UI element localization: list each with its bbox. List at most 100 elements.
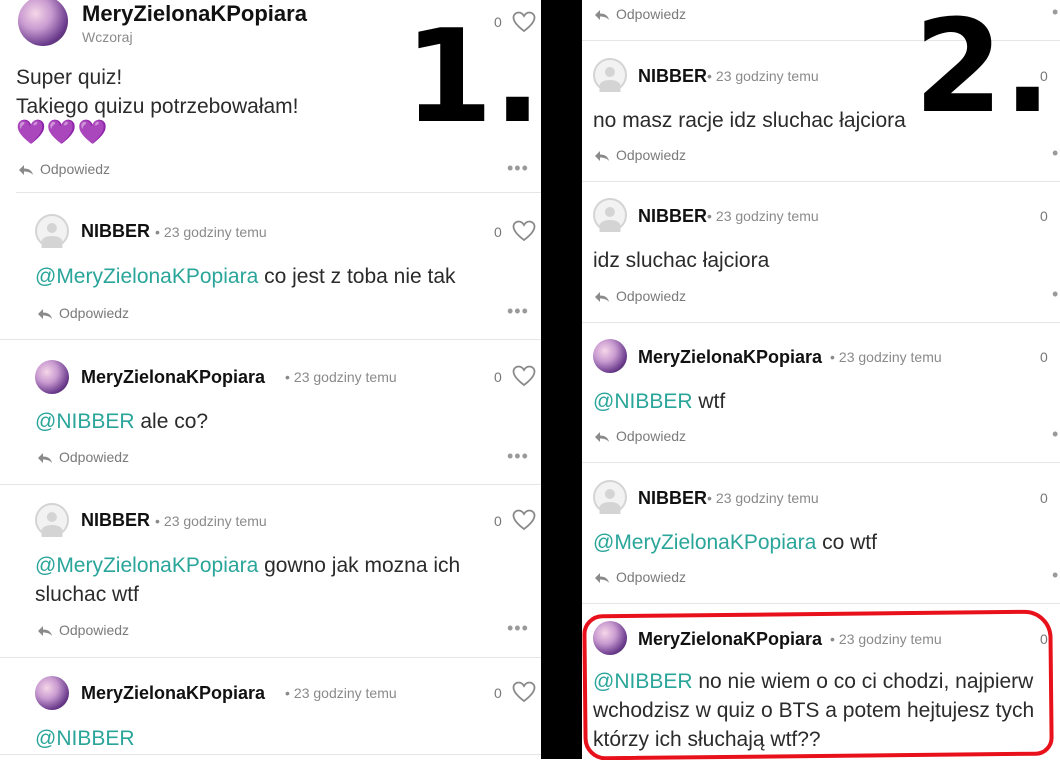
comment-body: ale co? bbox=[134, 410, 209, 433]
more-options-icon[interactable]: ••• bbox=[507, 301, 529, 322]
more-options-icon[interactable]: • bbox=[1052, 565, 1059, 586]
like-count: 0 bbox=[494, 369, 502, 385]
comment-text: no masz racje idz sluchac łajciora bbox=[593, 106, 906, 135]
comments-panel-1: MeryZielonaKPopiara Wczoraj 0 Super quiz… bbox=[0, 0, 541, 759]
like-count: 0 bbox=[1040, 349, 1048, 365]
reply-label: Odpowiedz bbox=[59, 305, 130, 321]
purple-hearts-emoji: 💜💜💜 bbox=[16, 119, 109, 146]
like-count: 0 bbox=[494, 224, 502, 240]
mention-link[interactable]: @NIBBER bbox=[593, 390, 693, 413]
panel-divider bbox=[541, 0, 582, 759]
reply-label: Odpowiedz bbox=[616, 147, 687, 163]
avatar[interactable] bbox=[35, 214, 69, 248]
comment-author[interactable]: NIBBER bbox=[638, 66, 707, 87]
mention-link[interactable]: @MeryZielonaKPopiara bbox=[593, 531, 816, 554]
more-options-icon[interactable]: ••• bbox=[507, 158, 529, 179]
reply-button[interactable]: Odpowiedz bbox=[37, 449, 129, 465]
comment-line: Takiego quizu potrzebowałam! bbox=[16, 95, 299, 118]
comment-body: idz sluchac łajciora bbox=[593, 249, 770, 272]
comment-text: @NIBBER bbox=[35, 724, 135, 753]
time-label: 23 godziny temu bbox=[715, 208, 819, 224]
like-count: 0 bbox=[494, 513, 502, 529]
more-options-icon[interactable]: • bbox=[1052, 424, 1059, 445]
reply-label: Odpowiedz bbox=[616, 569, 687, 585]
reply-label: Odpowiedz bbox=[59, 622, 130, 638]
reply-button[interactable]: Odpowiedz bbox=[594, 428, 686, 444]
comment-body: no masz racje idz sluchac łajciora bbox=[593, 109, 906, 132]
reply-button[interactable]: Odpowiedz bbox=[37, 622, 129, 638]
reply-icon bbox=[595, 292, 609, 302]
comment-line: Super quiz! bbox=[16, 66, 123, 89]
reply-button[interactable]: Odpowiedz bbox=[18, 161, 110, 177]
comment-text: @MeryZielonaKPopiara co wtf bbox=[593, 528, 877, 557]
comment-time: • 23 godziny temu bbox=[155, 224, 267, 240]
comment-author[interactable]: MeryZielonaKPopiara bbox=[82, 1, 307, 27]
comment-body: co wtf bbox=[816, 531, 877, 554]
comment-author[interactable]: MeryZielonaKPopiara bbox=[81, 683, 265, 704]
reply-label: Odpowiedz bbox=[616, 6, 687, 22]
comment-body: co jest z toba nie tak bbox=[258, 265, 456, 288]
comment-body-line2: sluchac wtf bbox=[35, 583, 139, 606]
reply-icon bbox=[38, 626, 52, 636]
comment-text: @NIBBER wtf bbox=[593, 387, 725, 416]
comment-text: Super quiz! Takiego quizu potrzebowałam! bbox=[16, 63, 299, 121]
mention-link[interactable]: @MeryZielonaKPopiara bbox=[35, 265, 258, 288]
comment-author[interactable]: NIBBER bbox=[638, 206, 707, 227]
reply-button[interactable]: Odpowiedz bbox=[594, 147, 686, 163]
comment-author[interactable]: NIBBER bbox=[638, 488, 707, 509]
comment-author[interactable]: NIBBER bbox=[81, 510, 150, 531]
reply-icon bbox=[595, 10, 609, 20]
comment-time: • 23 godziny temu bbox=[285, 369, 397, 385]
comment-time: • 23 godziny temu bbox=[830, 349, 942, 365]
comment-author[interactable]: NIBBER bbox=[81, 221, 150, 242]
more-options-icon[interactable]: • bbox=[1052, 284, 1059, 305]
time-label: 23 godziny temu bbox=[715, 68, 819, 84]
heart-icon[interactable] bbox=[512, 220, 536, 242]
more-options-icon[interactable]: • bbox=[1052, 143, 1059, 164]
comment-text: @NIBBER ale co? bbox=[35, 407, 208, 436]
comment-author[interactable]: MeryZielonaKPopiara bbox=[81, 367, 265, 388]
comment-body: wtf bbox=[692, 390, 726, 413]
reply-button[interactable]: Odpowiedz bbox=[594, 569, 686, 585]
avatar[interactable] bbox=[35, 503, 69, 537]
avatar[interactable] bbox=[593, 198, 627, 232]
time-label: 23 godziny temu bbox=[715, 490, 819, 506]
heart-icon[interactable] bbox=[512, 365, 536, 387]
time-label: 23 godziny temu bbox=[293, 369, 397, 385]
reply-icon bbox=[38, 309, 52, 319]
time-label: 23 godziny temu bbox=[838, 349, 942, 365]
mention-link[interactable]: @NIBBER bbox=[35, 727, 135, 750]
avatar[interactable] bbox=[35, 360, 69, 394]
avatar[interactable] bbox=[593, 339, 627, 373]
avatar[interactable] bbox=[593, 58, 627, 92]
reply-button[interactable]: Odpowiedz bbox=[37, 305, 129, 321]
comment-time: • 23 godziny temu bbox=[707, 490, 819, 506]
more-options-icon[interactable]: • bbox=[1052, 2, 1059, 23]
avatar[interactable] bbox=[35, 676, 69, 710]
comment-author[interactable]: MeryZielonaKPopiara bbox=[638, 347, 822, 368]
reply-button[interactable]: Odpowiedz bbox=[594, 288, 686, 304]
comment-time: • 23 godziny temu bbox=[707, 68, 819, 84]
more-options-icon[interactable]: ••• bbox=[507, 446, 529, 467]
time-label: 23 godziny temu bbox=[163, 224, 267, 240]
reply-button[interactable]: Odpowiedz bbox=[594, 6, 686, 22]
reply-icon bbox=[38, 453, 52, 463]
avatar[interactable] bbox=[593, 480, 627, 514]
more-options-icon[interactable]: ••• bbox=[507, 618, 529, 639]
time-label: 23 godziny temu bbox=[293, 685, 397, 701]
heart-icon[interactable] bbox=[512, 681, 536, 703]
reply-icon bbox=[595, 432, 609, 442]
reply-label: Odpowiedz bbox=[40, 161, 111, 177]
heart-icon[interactable] bbox=[512, 509, 536, 531]
comment-text: @MeryZielonaKPopiara co jest z toba nie … bbox=[35, 262, 456, 291]
comment-time: • 23 godziny temu bbox=[155, 513, 267, 529]
reply-icon bbox=[19, 165, 33, 175]
like-count: 0 bbox=[1040, 490, 1048, 506]
like-count: 0 bbox=[1040, 208, 1048, 224]
mention-link[interactable]: @NIBBER bbox=[35, 410, 135, 433]
avatar[interactable] bbox=[18, 0, 68, 46]
comment-text: idz sluchac łajciora bbox=[593, 246, 769, 275]
red-highlight-circle bbox=[582, 609, 1054, 760]
mention-link[interactable]: @MeryZielonaKPopiara bbox=[35, 554, 258, 577]
comment-time: • 23 godziny temu bbox=[285, 685, 397, 701]
